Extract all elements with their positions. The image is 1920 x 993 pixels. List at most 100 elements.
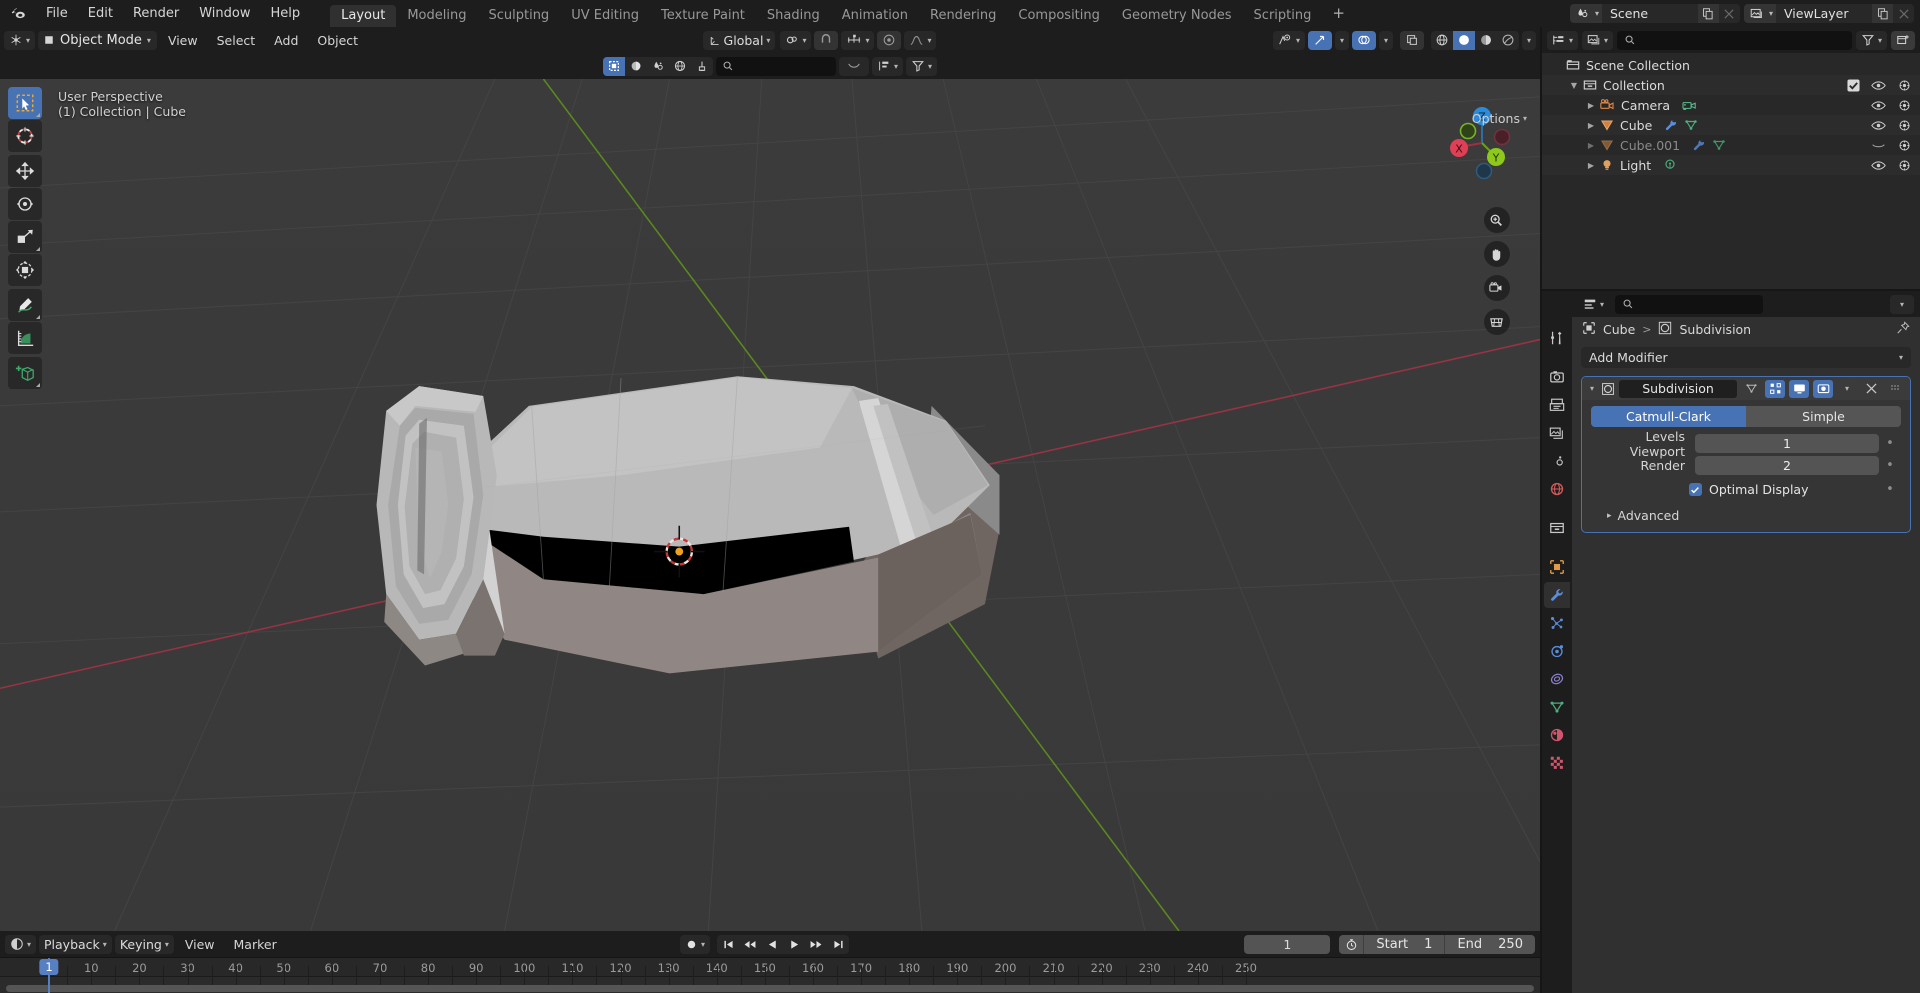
advanced-section-header[interactable]: ▸ Advanced: [1591, 508, 1901, 523]
workspace-tab-compositing[interactable]: Compositing: [1007, 5, 1111, 27]
render-visible-camera-icon[interactable]: [1897, 99, 1912, 112]
overlays-settings-selector[interactable]: ▾: [1379, 31, 1393, 50]
unlink-scene-x-icon[interactable]: [1719, 4, 1740, 23]
optimal-display-animate-dot[interactable]: •: [1879, 482, 1901, 497]
viewlayer-name[interactable]: ViewLayer: [1776, 4, 1872, 23]
gizmo-toggle[interactable]: [1308, 31, 1332, 50]
outliner-row-scene-collection[interactable]: Scene Collection: [1542, 55, 1920, 75]
globe-icon[interactable]: [669, 57, 691, 76]
modifier-name-field[interactable]: Subdivision: [1619, 380, 1737, 398]
render-visible-camera-icon[interactable]: [1897, 79, 1912, 92]
measure-tool[interactable]: [8, 322, 42, 354]
modifier-expand-chevron-down-icon[interactable]: ▾: [1587, 384, 1597, 393]
eye-visible-icon[interactable]: [1871, 99, 1886, 112]
properties-tab-view-layer[interactable]: [1544, 420, 1570, 446]
scene-selector[interactable]: ▾ Scene: [1570, 4, 1740, 23]
workspace-tab-shading[interactable]: Shading: [756, 5, 831, 27]
disclosure-triangle-down-icon[interactable]: ▼: [1567, 81, 1581, 90]
properties-tab-output[interactable]: [1544, 392, 1570, 418]
light-data-icon[interactable]: [1663, 158, 1677, 172]
outliner-row-collection[interactable]: ▼Collection: [1542, 75, 1920, 95]
eye-visible-icon[interactable]: [1871, 119, 1886, 132]
render-visible-camera-icon[interactable]: [1897, 159, 1912, 172]
workspace-tab-layout[interactable]: Layout: [330, 5, 396, 27]
outliner-row-camera[interactable]: ▶Camera: [1542, 95, 1920, 115]
timeline-editor-icon[interactable]: ▾: [5, 935, 36, 954]
workspace-tab-modeling[interactable]: Modeling: [396, 5, 477, 27]
annotate-tool[interactable]: [8, 289, 42, 321]
add-cube-tool[interactable]: [8, 357, 42, 389]
catmull-clark-button[interactable]: Catmull-Clark: [1591, 406, 1746, 427]
viewlayer-chevron-down-icon[interactable]: ▾: [1769, 4, 1776, 23]
properties-search-input[interactable]: [1615, 295, 1763, 314]
play-icon[interactable]: [783, 935, 805, 954]
remove-viewlayer-x-icon[interactable]: [1893, 4, 1914, 23]
proportional-falloff-selector[interactable]: ▾: [904, 31, 936, 50]
levels-viewport-input[interactable]: 1: [1695, 434, 1879, 453]
snap-target-selector[interactable]: ▾: [780, 31, 811, 50]
viewport-filter-icon[interactable]: ▾: [906, 57, 937, 76]
shading-settings-selector[interactable]: ▾: [1522, 31, 1536, 50]
outliner-row-light[interactable]: ▶Light: [1542, 155, 1920, 175]
collection-exclude-checkbox[interactable]: [1847, 79, 1860, 92]
scene-chevron-down-icon[interactable]: ▾: [1595, 4, 1602, 23]
menu-edit[interactable]: Edit: [78, 0, 123, 27]
realtime-display-toggle[interactable]: [1789, 380, 1809, 398]
jump-end-icon[interactable]: [827, 935, 849, 954]
disclosure-triangle-right-icon[interactable]: ▶: [1584, 101, 1598, 110]
eye-hidden-icon[interactable]: [1871, 139, 1886, 152]
workspace-tab-animation[interactable]: Animation: [831, 5, 919, 27]
properties-tab-render[interactable]: [1544, 364, 1570, 390]
wrench-icon[interactable]: [1664, 118, 1678, 132]
eye-visible-icon[interactable]: [1871, 159, 1886, 172]
menu-window[interactable]: Window: [189, 0, 260, 27]
viewport-options-button[interactable]: Options▾: [1467, 109, 1532, 128]
outliner-funnel-icon[interactable]: ▾: [1856, 31, 1887, 50]
timeline-ruler[interactable]: 1102030405060708090100110120130140150160…: [0, 957, 1540, 993]
xray-toggle[interactable]: [1400, 31, 1424, 50]
properties-tab-scene[interactable]: [1544, 448, 1570, 474]
select-box-icon[interactable]: [603, 57, 625, 76]
zoom-icon[interactable]: [1484, 207, 1510, 233]
new-collection-icon[interactable]: [1891, 31, 1915, 50]
scene-name[interactable]: Scene: [1602, 4, 1698, 23]
workspace-tab-texture-paint[interactable]: Texture Paint: [650, 5, 756, 27]
modifier-close-x-icon[interactable]: [1861, 380, 1881, 398]
start-frame-field[interactable]: Start 1: [1363, 935, 1444, 954]
timeline-menu-playback[interactable]: Playback▾: [39, 935, 112, 954]
viewport-sort-icon[interactable]: ▾: [872, 57, 903, 76]
tweak-tool[interactable]: [8, 87, 42, 119]
scale-tool[interactable]: [8, 221, 42, 253]
viewport-menu-object[interactable]: Object: [309, 31, 366, 50]
properties-editor-icon[interactable]: ▾: [1578, 295, 1609, 314]
menu-file[interactable]: File: [36, 0, 78, 27]
camera-data-icon[interactable]: [1682, 99, 1697, 112]
render-levels-animate-dot[interactable]: •: [1879, 458, 1901, 473]
render-visible-camera-icon[interactable]: [1897, 119, 1912, 132]
properties-tab-constraints[interactable]: [1544, 666, 1570, 692]
menu-render[interactable]: Render: [123, 0, 189, 27]
workspace-tab-scripting[interactable]: Scripting: [1243, 5, 1323, 27]
levels-viewport-animate-dot[interactable]: •: [1879, 436, 1901, 451]
workspace-tab-geometry-nodes[interactable]: Geometry Nodes: [1111, 5, 1243, 27]
properties-tab-texture[interactable]: [1544, 750, 1570, 776]
end-frame-field[interactable]: End 250: [1444, 935, 1535, 954]
camera-view-icon[interactable]: [1484, 275, 1510, 301]
move-tool[interactable]: [8, 155, 42, 187]
ortho-persp-icon[interactable]: [1484, 309, 1510, 335]
modifier-drag-dots-icon[interactable]: [1885, 380, 1905, 398]
overlays-toggle[interactable]: [1352, 31, 1376, 50]
viewport-menu-view[interactable]: View: [160, 31, 206, 50]
timeline-menu-marker[interactable]: Marker: [226, 935, 285, 954]
viewport-menu-add[interactable]: Add: [266, 31, 306, 50]
render-levels-input[interactable]: 2: [1695, 456, 1879, 475]
workspace-tab-uv-editing[interactable]: UV Editing: [560, 5, 650, 27]
rotate-tool[interactable]: [8, 188, 42, 220]
properties-tab-modifiers[interactable]: [1544, 582, 1570, 608]
cursor-tool[interactable]: [8, 120, 42, 152]
modifier-extras-dropdown[interactable]: ▾: [1837, 380, 1857, 398]
new-scene-copy-icon[interactable]: [1698, 4, 1719, 23]
jump-start-icon[interactable]: [717, 935, 739, 954]
render-visible-camera-icon[interactable]: [1897, 139, 1912, 152]
shading-rendered-button[interactable]: [1497, 31, 1519, 50]
